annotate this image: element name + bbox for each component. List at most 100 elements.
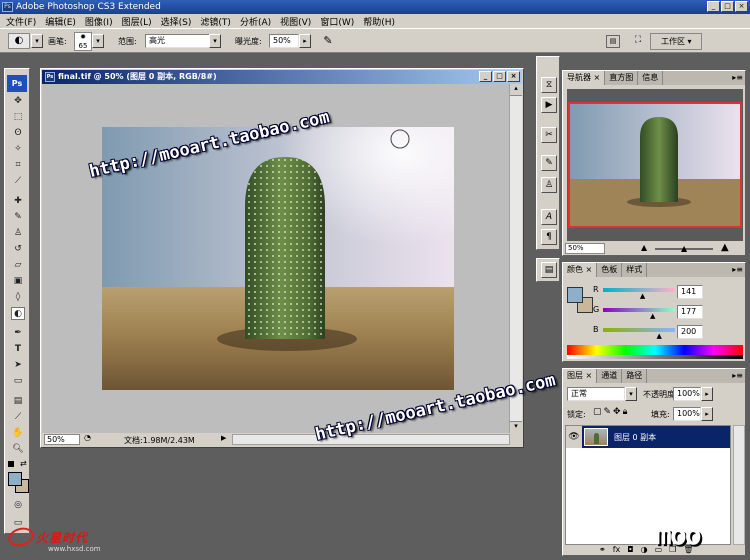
healing-brush-tool-icon[interactable]: ✚ (11, 195, 25, 208)
eyedropper-tool-icon[interactable]: ⟋ (11, 175, 25, 188)
blur-tool-icon[interactable]: ◊ (11, 291, 25, 304)
color-ramp[interactable] (567, 345, 743, 355)
chevron-right-icon[interactable]: ▸ (701, 407, 713, 421)
history-brush-tool-icon[interactable]: ↺ (11, 243, 25, 256)
brush-picker[interactable]: ✹ 65 (74, 32, 92, 51)
dodge-tool-preset-icon[interactable]: ◐ (8, 33, 30, 49)
marquee-tool-icon[interactable]: ⬚ (11, 111, 25, 124)
tab-swatches[interactable]: 色板 (597, 263, 623, 277)
swap-colors-icon[interactable]: ⇄ (20, 459, 27, 468)
channel-value-g[interactable]: 177 (677, 305, 703, 319)
doc-close-button[interactable]: × (507, 71, 520, 82)
foreground-color-swatch[interactable] (8, 472, 22, 486)
tab-paths[interactable]: 路径 (622, 369, 648, 383)
layers-scrollbar[interactable] (733, 425, 745, 545)
file-browser-icon[interactable]: ▤ (606, 35, 620, 48)
path-selection-tool-icon[interactable]: ➤ (11, 359, 25, 372)
scroll-down-icon[interactable]: ▾ (510, 421, 522, 433)
menu-file[interactable]: 文件(F) (6, 15, 36, 28)
crop-tool-icon[interactable]: ⌗ (11, 159, 25, 172)
horizontal-scrollbar[interactable] (232, 434, 510, 445)
close-icon[interactable]: × (586, 265, 593, 274)
tab-info[interactable]: 信息 (638, 71, 664, 85)
opacity-input[interactable]: 100% (673, 387, 701, 401)
chevron-down-icon[interactable]: ▾ (92, 34, 104, 48)
chevron-right-icon[interactable]: ▶ (221, 434, 226, 442)
chevron-down-icon[interactable]: ▾ (625, 387, 637, 401)
channel-value-b[interactable]: 200 (677, 325, 703, 339)
brush-tool-icon[interactable]: ✎ (11, 211, 25, 224)
type-tool-icon[interactable]: T (11, 343, 25, 356)
menu-filter[interactable]: 滤镜(T) (200, 15, 231, 28)
panel-menu-icon[interactable]: ▸≡ (732, 265, 743, 274)
navigator-thumbnail[interactable] (567, 89, 743, 241)
navigator-zoom-field[interactable]: 50% (565, 243, 605, 254)
airbrush-icon[interactable]: ✎ (320, 34, 336, 49)
close-icon[interactable]: × (586, 371, 593, 380)
gradient-tool-icon[interactable]: ▣ (11, 275, 25, 288)
exposure-input[interactable]: 50% (269, 34, 299, 48)
lasso-tool-icon[interactable]: ʘ (11, 127, 25, 140)
minimize-button[interactable]: _ (707, 1, 720, 12)
quick-mask-icon[interactable]: ◎ (11, 499, 25, 512)
channel-slider-thumb[interactable]: ▲ (656, 332, 661, 340)
fx-icon[interactable]: fx (613, 545, 621, 554)
menu-edit[interactable]: 编辑(E) (45, 15, 76, 28)
chevron-right-icon[interactable]: ▸ (701, 387, 713, 401)
chevron-down-icon[interactable]: ▾ (31, 34, 43, 48)
tab-color[interactable]: 颜色 × (563, 263, 598, 277)
blend-mode-select[interactable]: 正常 (567, 387, 625, 401)
zoom-out-icon[interactable]: ▲ (641, 243, 647, 252)
notes-tool-icon[interactable]: ▤ (11, 395, 25, 408)
channel-slider-thumb[interactable]: ▲ (640, 292, 645, 300)
foreground-swatch[interactable] (567, 287, 583, 303)
tab-channels[interactable]: 通道 (597, 369, 623, 383)
tab-histogram[interactable]: 直方图 (605, 71, 639, 85)
zoom-field[interactable]: 50% (44, 434, 80, 445)
history-panel-icon[interactable]: ⧖ (541, 77, 557, 93)
maximize-button[interactable]: □ (721, 1, 734, 12)
channel-value-r[interactable]: 141 (677, 285, 703, 299)
menu-image[interactable]: 图像(I) (85, 15, 113, 28)
magic-wand-tool-icon[interactable]: ✧ (11, 143, 25, 156)
character-panel-icon[interactable]: A (541, 209, 557, 225)
channel-slider-b[interactable] (603, 328, 675, 332)
chevron-right-icon[interactable]: ▸ (299, 34, 311, 48)
menu-window[interactable]: 窗口(W) (320, 15, 354, 28)
bridge-icon[interactable]: ⛶ (630, 35, 646, 48)
paragraph-panel-icon[interactable]: ¶ (541, 229, 557, 245)
link-icon[interactable]: ⚭ (599, 545, 606, 554)
channel-slider-g[interactable] (603, 308, 675, 312)
mask-icon[interactable]: ◘ (627, 545, 633, 554)
clone-source-icon[interactable]: ♙ (541, 177, 557, 193)
eraser-tool-icon[interactable]: ▱ (11, 259, 25, 272)
panel-menu-icon[interactable]: ▸≡ (732, 371, 743, 380)
status-menu-icon[interactable]: ◔ (84, 433, 91, 442)
scroll-up-icon[interactable]: ▴ (510, 84, 522, 96)
menu-select[interactable]: 选择(S) (161, 15, 192, 28)
hand-tool-icon[interactable]: ✋ (11, 427, 25, 440)
menu-view[interactable]: 视图(V) (280, 15, 311, 28)
document-title-bar[interactable]: Ps final.tif @ 50% (图层 0 副本, RGB/8#) _ □… (42, 70, 522, 84)
zoom-in-icon[interactable]: ▲ (721, 242, 729, 253)
tab-styles[interactable]: 样式 (622, 263, 648, 277)
default-colors-icon[interactable] (8, 461, 14, 467)
chevron-down-icon[interactable]: ▾ (209, 34, 221, 48)
shape-tool-icon[interactable]: ▭ (11, 375, 25, 388)
move-tool-icon[interactable]: ✥ (11, 95, 25, 108)
panel-menu-icon[interactable]: ▸≡ (732, 73, 743, 82)
adjustment-icon[interactable]: ◑ (641, 545, 648, 554)
zoom-tool-icon[interactable]: 🔍︎ (11, 443, 25, 456)
close-button[interactable]: × (735, 1, 748, 12)
actions-panel-icon[interactable]: ▶ (541, 97, 557, 113)
doc-minimize-button[interactable]: _ (479, 71, 492, 82)
tool-presets-icon[interactable]: ✂ (541, 127, 557, 143)
pen-tool-icon[interactable]: ✒ (11, 327, 25, 340)
menu-layer[interactable]: 图层(L) (122, 15, 152, 28)
clone-stamp-tool-icon[interactable]: ♙ (11, 227, 25, 240)
tab-layers[interactable]: 图层 × (563, 369, 598, 383)
eyedropper-sample-tool-icon[interactable]: ⟋ (11, 411, 25, 424)
tab-navigator[interactable]: 导航器 × (563, 71, 606, 85)
doc-maximize-button[interactable]: □ (493, 71, 506, 82)
layer-row[interactable]: 👁︎ 图层 0 副本 (566, 426, 730, 448)
